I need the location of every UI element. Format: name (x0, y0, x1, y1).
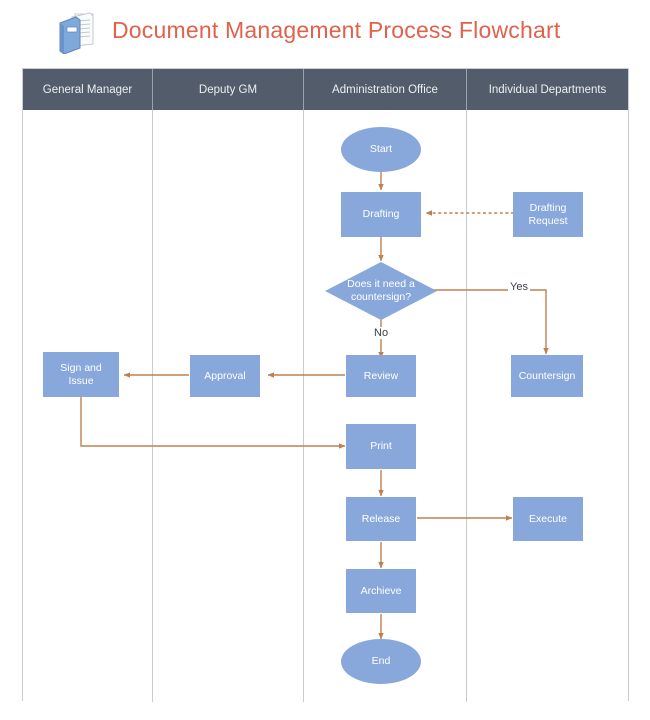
node-execute[interactable]: Execute (513, 497, 583, 541)
node-label: Review (363, 369, 399, 382)
node-release[interactable]: Release (346, 497, 416, 541)
node-label-line1: Does it need a (347, 278, 415, 290)
node-drafting-request[interactable]: Drafting Request (513, 192, 583, 237)
document-book-icon (59, 12, 94, 54)
node-label: Approval (204, 369, 246, 382)
node-label-line2: countersign? (350, 291, 412, 303)
node-label: Print (370, 440, 392, 452)
node-drafting[interactable]: Drafting (341, 192, 421, 237)
node-label: Execute (529, 512, 567, 525)
edge-label-no: No (372, 327, 391, 339)
node-print[interactable]: Print (346, 424, 416, 469)
lane-header-label: Deputy GM (198, 83, 258, 96)
lane-column-deputy-gm (153, 110, 304, 702)
node-approval[interactable]: Approval (190, 355, 260, 397)
lane-header-label: Administration Office (332, 83, 438, 96)
node-label-line1: Sign and (60, 361, 102, 374)
lane-header-administration-office: Administration Office (304, 69, 467, 110)
node-start[interactable]: Start (341, 127, 421, 172)
node-countersign[interactable]: Countersign (511, 355, 583, 397)
node-label-line1: Drafting (529, 201, 567, 214)
lane-header-label: Individual Departments (488, 83, 607, 96)
node-label: Drafting (362, 208, 400, 220)
page-title: Document Management Process Flowchart (112, 17, 561, 43)
node-archieve[interactable]: Archieve (346, 569, 416, 613)
lane-column-general-manager (23, 110, 153, 702)
lane-header-label: General Manager (42, 83, 133, 96)
swimlane-header-row: General Manager Deputy GM Administration… (23, 69, 628, 110)
node-label: Archieve (360, 584, 402, 597)
node-sign-and-issue[interactable]: Sign and Issue (43, 352, 119, 397)
lane-header-general-manager: General Manager (23, 69, 153, 110)
node-review[interactable]: Review (346, 355, 416, 397)
node-label: Countersign (518, 369, 576, 382)
title-bar: Document Management Process Flowchart (0, 0, 650, 62)
lane-header-deputy-gm: Deputy GM (153, 69, 304, 110)
node-end[interactable]: End (341, 639, 421, 684)
node-label-line2: Request (528, 214, 568, 227)
lane-header-individual-departments: Individual Departments (467, 69, 628, 110)
node-label: End (371, 655, 391, 667)
node-label-line2: Issue (68, 374, 94, 387)
node-decision-countersign[interactable]: Does it need a countersign? (325, 262, 437, 320)
node-label: Start (369, 143, 393, 155)
node-label: Release (361, 512, 401, 525)
edge-label-yes: Yes (508, 281, 530, 293)
